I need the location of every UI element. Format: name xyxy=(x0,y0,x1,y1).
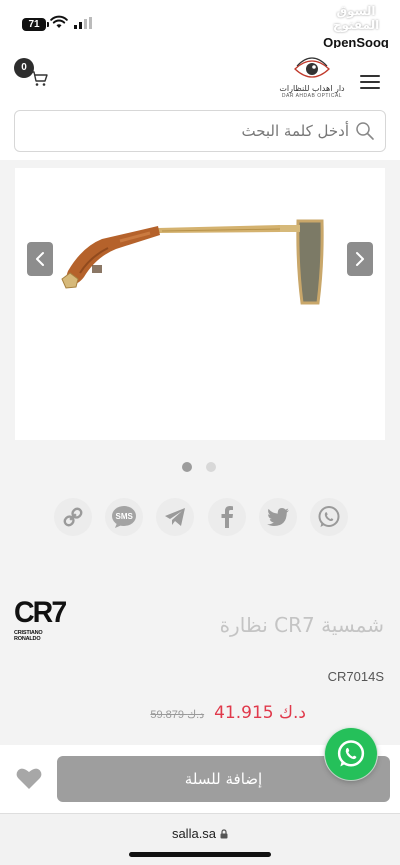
status-bar: 71 السوق المفتوح OpenSooq xyxy=(0,0,400,51)
home-indicator[interactable] xyxy=(129,852,271,857)
hamburger-menu-icon[interactable] xyxy=(360,74,380,90)
share-sms-button[interactable]: SMS xyxy=(105,498,144,536)
store-logo[interactable]: دار اهداب للنظارات DAR AHDAB OPTICAL xyxy=(276,56,348,99)
search-placeholder: أدخل كلمة البحث xyxy=(241,122,349,140)
opensooq-watermark: السوق المفتوح OpenSooq xyxy=(318,4,394,51)
product-title: نظارة CR7 شمسية xyxy=(219,613,384,637)
gallery-prev-button[interactable] xyxy=(27,242,53,276)
url-text: salla.sa xyxy=(171,826,217,841)
brand-logo: CR7 CRISTIANO RONALDO xyxy=(14,596,67,642)
eye-logo-icon xyxy=(294,57,330,78)
search-input[interactable]: أدخل كلمة البحث xyxy=(14,110,386,152)
pagination-dot-1[interactable] xyxy=(182,462,192,472)
gallery-pagination xyxy=(182,462,216,472)
browser-url-bar[interactable]: salla.sa xyxy=(0,813,400,865)
product-sku: CR7014S xyxy=(327,669,384,684)
lock-icon xyxy=(220,829,228,839)
brand-subtitle: CRISTIANO RONALDO xyxy=(14,630,43,642)
gallery-next-button[interactable] xyxy=(347,242,373,276)
share-whatsapp-button[interactable] xyxy=(309,498,348,536)
whatsapp-icon xyxy=(318,506,340,527)
chevron-left-icon xyxy=(36,252,44,266)
facebook-icon xyxy=(221,506,233,528)
signal-icon xyxy=(74,17,92,29)
chevron-right-icon xyxy=(356,252,364,266)
battery-indicator: 71 xyxy=(22,18,49,31)
sms-label: SMS xyxy=(115,511,133,521)
link-icon xyxy=(63,507,83,527)
share-telegram-button[interactable] xyxy=(156,498,195,536)
url-display[interactable]: salla.sa xyxy=(0,826,400,841)
price-row: 59.879 د.ك 41.915 د.ك xyxy=(150,703,306,723)
wifi-icon xyxy=(50,15,68,28)
sale-price: 41.915 د.ك xyxy=(214,703,306,723)
logo-arabic-text: دار اهداب للنظارات xyxy=(279,84,345,93)
search-icon[interactable] xyxy=(355,121,375,141)
heart-icon[interactable] xyxy=(16,767,42,790)
sunglasses-image xyxy=(61,219,324,305)
whatsapp-chat-button[interactable] xyxy=(325,728,377,780)
twitter-icon xyxy=(266,508,289,526)
brand-name: CR7 xyxy=(14,596,67,629)
pagination-dot-2[interactable] xyxy=(206,462,216,472)
cart-icon[interactable] xyxy=(30,71,48,87)
product-image-gallery[interactable] xyxy=(15,168,385,440)
share-facebook-button[interactable] xyxy=(207,498,246,536)
share-buttons: SMS xyxy=(54,498,348,540)
whatsapp-icon xyxy=(337,740,365,767)
logo-english-text: DAR AHDAB OPTICAL xyxy=(281,93,343,99)
original-price: 59.879 د.ك xyxy=(150,709,205,721)
watermark-arabic: السوق المفتوح xyxy=(332,4,380,32)
share-link-button[interactable] xyxy=(54,498,92,536)
share-twitter-button[interactable] xyxy=(258,498,297,536)
store-header: 0 دار اهداب للنظارات DAR AHDAB OPTICAL أ… xyxy=(0,48,400,160)
telegram-icon xyxy=(165,508,186,526)
